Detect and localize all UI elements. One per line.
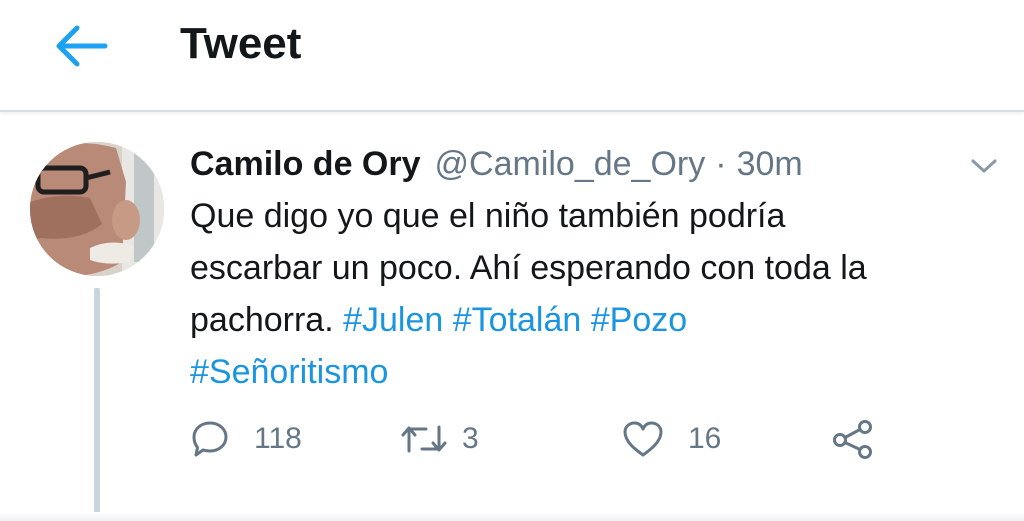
share-button[interactable] [832, 416, 874, 462]
reply-button[interactable]: 118 [190, 416, 302, 462]
tweet-detail-screen: Tweet Camilo de Ory @Camilo_de_Ory · 30m [0, 0, 1024, 521]
tweet-options-button[interactable] [966, 152, 1002, 180]
thread-connector-line [94, 288, 100, 518]
hashtag-pozo[interactable]: #Pozo [591, 301, 687, 339]
retweet-button[interactable]: 3 [400, 416, 479, 462]
page-title: Tweet [180, 19, 302, 68]
back-button[interactable] [48, 18, 112, 74]
timestamp[interactable]: 30m [737, 142, 803, 186]
like-button[interactable]: 16 [622, 416, 721, 462]
tweet-text-line-4: #Señoritismo [190, 346, 1000, 398]
top-app-bar: Tweet [0, 0, 1024, 112]
author-name[interactable]: Camilo de Ory [190, 142, 421, 186]
heart-icon [623, 421, 663, 457]
avatar-photo [30, 142, 164, 276]
chevron-down-icon [971, 159, 997, 173]
author-handle[interactable]: @Camilo_de_Ory [435, 142, 706, 186]
tweet-text-line-3: pachorra. #Julen #Totalán #Pozo [190, 294, 1000, 346]
hashtag-senoritismo[interactable]: #Señoritismo [190, 353, 388, 391]
arrow-left-icon [56, 25, 108, 67]
retweet-count: 3 [462, 422, 479, 455]
avatar[interactable] [30, 142, 164, 276]
tweet-actions: 118 3 16 [190, 416, 910, 462]
tweet-header: Camilo de Ory @Camilo_de_Ory · 30m [190, 142, 803, 186]
like-count: 16 [688, 422, 722, 455]
reply-icon [192, 421, 228, 457]
tweet-text-line-3-text: pachorra. [190, 301, 334, 339]
separator-dot: · [715, 145, 727, 183]
hashtag-totalan[interactable]: #Totalán [453, 301, 582, 339]
share-icon [833, 420, 872, 459]
retweet-icon [401, 425, 447, 453]
tweet[interactable]: Camilo de Ory @Camilo_de_Ory · 30m Que d… [0, 112, 1024, 521]
hashtag-julen[interactable]: #Julen [343, 301, 443, 339]
reply-count: 118 [254, 422, 302, 455]
next-item-edge [0, 512, 1024, 521]
tweet-text-line-1: Que digo yo que el niño también podría [190, 197, 786, 235]
tweet-text: Que digo yo que el niño también podría e… [190, 190, 1000, 398]
tweet-text-line-2: escarbar un poco. Ahí esperando con toda… [190, 249, 867, 287]
